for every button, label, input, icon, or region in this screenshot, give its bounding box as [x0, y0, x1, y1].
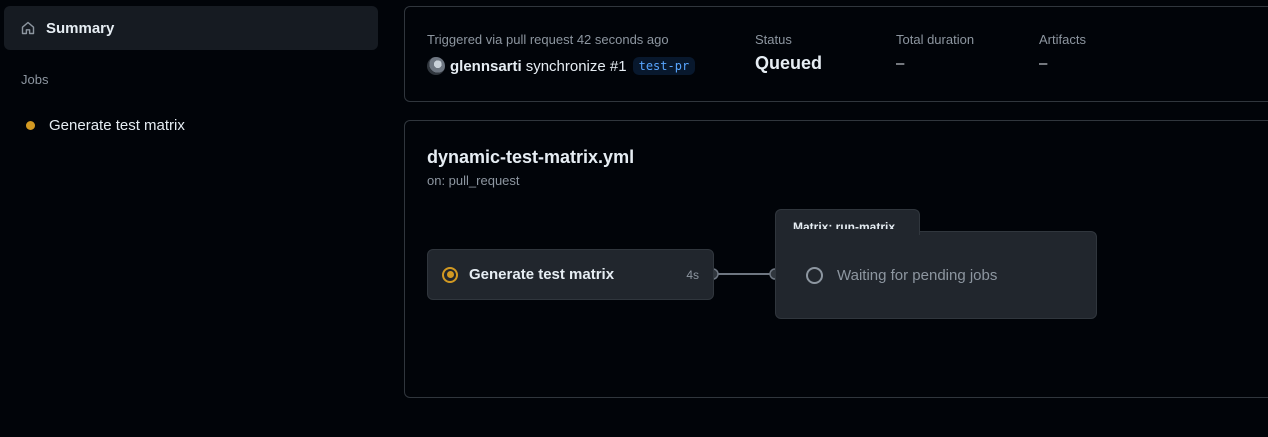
event-link[interactable]: synchronize #1: [526, 58, 627, 75]
matrix-pending-item[interactable]: Waiting for pending jobs: [806, 267, 997, 284]
status-value: Queued: [755, 53, 823, 73]
trigger-details: glennsarti synchronize #1 test-pr: [427, 57, 696, 75]
status-dot-icon: [26, 120, 35, 130]
artifacts-label: Artifacts: [1039, 32, 1086, 47]
status-column: Status Queued: [755, 32, 822, 74]
duration-column: Total duration –: [896, 32, 974, 72]
pending-circle-icon: [806, 267, 823, 284]
workflow-file-title[interactable]: dynamic-test-matrix.yml: [427, 147, 634, 168]
run-sidebar: Summary Jobs Generate test matrix: [0, 0, 390, 437]
trigger-text: Triggered via pull request 42 seconds ag…: [427, 32, 669, 47]
duration-value: –: [896, 55, 905, 72]
avatar[interactable]: [427, 57, 445, 75]
in-progress-icon: [442, 266, 458, 283]
artifacts-column: Artifacts –: [1039, 32, 1086, 72]
pending-label: Waiting for pending jobs: [837, 267, 998, 284]
actor-link[interactable]: glennsarti: [450, 58, 522, 75]
sidebar-item-job[interactable]: Generate test matrix: [4, 108, 378, 142]
jobs-heading: Jobs: [21, 72, 49, 87]
duration-label: Total duration: [896, 32, 975, 47]
status-label: Status: [755, 32, 792, 47]
run-info-panel: Triggered via pull request 42 seconds ag…: [404, 6, 1268, 102]
job-duration: 4s: [686, 267, 699, 282]
workflow-graph-panel: dynamic-test-matrix.yml on: pull_request…: [404, 120, 1268, 398]
sidebar-item-summary[interactable]: Summary: [4, 6, 378, 50]
sidebar-item-label: Generate test matrix: [49, 116, 185, 134]
workflow-run-page: Summary Jobs Generate test matrix Trigge…: [0, 0, 1268, 437]
job-card-label: Generate test matrix: [469, 266, 615, 283]
sidebar-item-label: Summary: [46, 19, 115, 37]
home-icon: [21, 21, 35, 35]
workflow-trigger: on: pull_request: [427, 173, 520, 188]
artifacts-value: –: [1039, 55, 1048, 72]
job-card-generate-test-matrix[interactable]: Generate test matrix 4s: [427, 249, 714, 300]
matrix-tab-joint: [776, 229, 919, 233]
branch-tag[interactable]: test-pr: [632, 57, 696, 75]
